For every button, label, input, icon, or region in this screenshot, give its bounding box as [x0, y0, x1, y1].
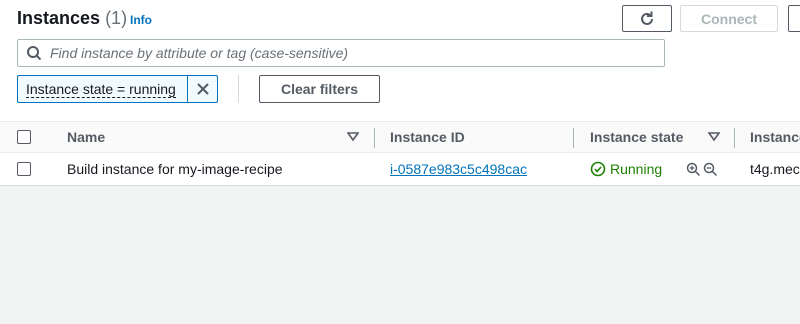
column-resizer[interactable] — [734, 128, 735, 148]
divider — [238, 75, 239, 103]
table-row[interactable]: Build instance for my-image-recipe i-058… — [0, 153, 800, 185]
filter-token-label[interactable]: Instance state = running — [18, 76, 187, 102]
instances-panel: Instances (1) Info Connect Instance stat… — [0, 0, 800, 186]
refresh-icon — [641, 11, 653, 25]
info-link[interactable]: Info — [130, 13, 152, 27]
sort-caret-icon[interactable] — [708, 131, 720, 143]
sort-caret-icon[interactable] — [347, 131, 359, 143]
search-icon — [27, 46, 42, 61]
column-header-instance-id[interactable]: Instance ID — [390, 129, 465, 145]
zoom-out-icon[interactable] — [703, 162, 718, 177]
select-all-checkbox[interactable] — [17, 130, 31, 144]
title-text: Instances — [17, 8, 101, 28]
search-bar[interactable] — [17, 39, 665, 67]
column-header-instance-state[interactable]: Instance state — [590, 129, 683, 145]
column-header-name[interactable]: Name — [67, 129, 105, 145]
filter-token[interactable]: Instance state = running — [17, 75, 218, 103]
clear-filters-button[interactable]: Clear filters — [259, 75, 380, 103]
refresh-button[interactable] — [622, 5, 672, 32]
column-resizer[interactable] — [573, 128, 574, 148]
instance-name: Build instance for my-image-recipe — [67, 161, 283, 177]
column-resizer[interactable] — [374, 128, 375, 148]
connect-button[interactable]: Connect — [680, 5, 778, 32]
success-icon — [590, 161, 606, 177]
search-input[interactable] — [50, 45, 650, 61]
instance-count: (1) — [105, 8, 128, 28]
instance-type: t4g.mec — [750, 161, 800, 177]
page-title: Instances (1) — [17, 8, 127, 29]
table-header: Name Instance ID Instance state Instance — [0, 121, 800, 153]
column-header-instance-type[interactable]: Instance — [750, 129, 800, 145]
instance-id-link[interactable]: i-0587e983c5c498cac — [390, 161, 527, 177]
status-badge: Running — [590, 161, 662, 177]
remove-filter-button[interactable] — [187, 76, 217, 102]
close-icon — [196, 83, 209, 95]
row-checkbox[interactable] — [17, 162, 31, 176]
status-text: Running — [610, 161, 663, 177]
actions-button[interactable] — [788, 5, 800, 32]
zoom-in-icon[interactable] — [686, 162, 701, 177]
